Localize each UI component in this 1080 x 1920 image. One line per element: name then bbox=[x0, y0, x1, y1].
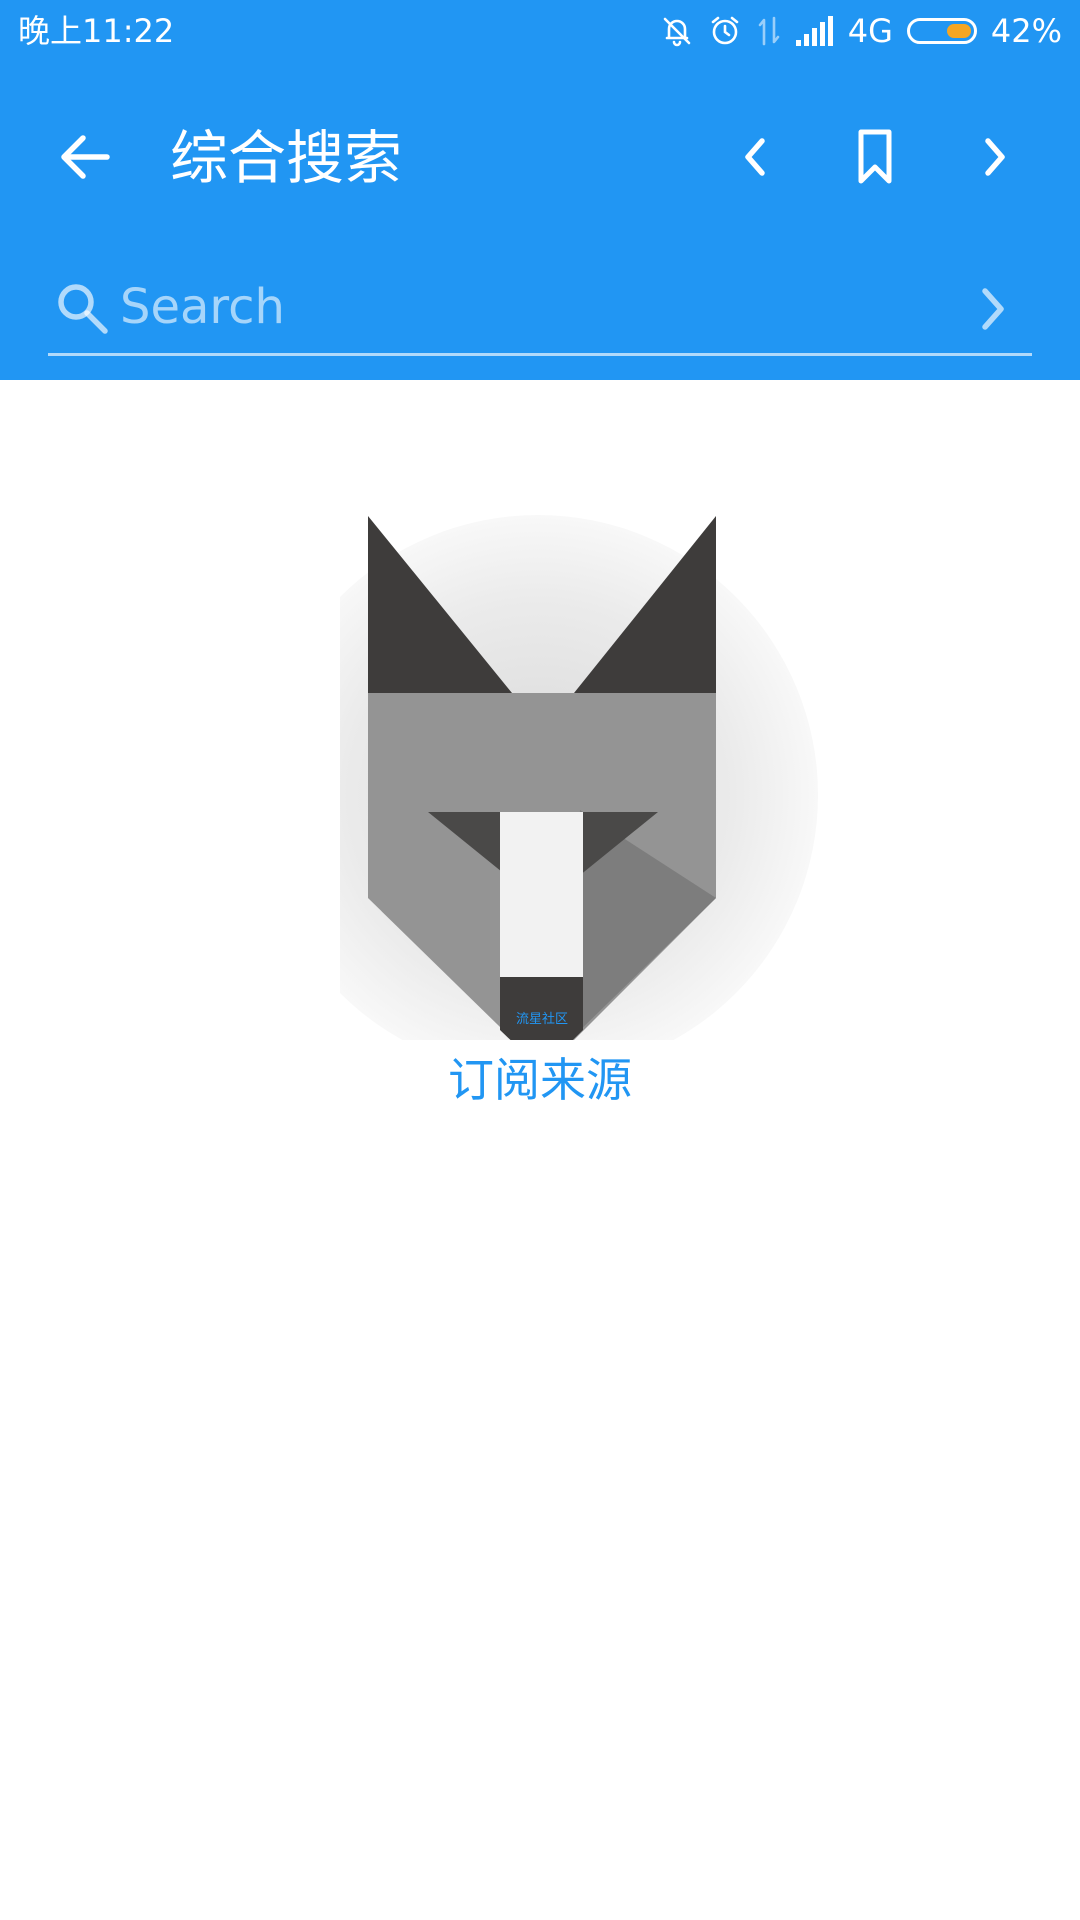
data-arrows-icon bbox=[756, 14, 782, 48]
search-bar bbox=[48, 262, 1032, 356]
status-time: 晚上11:22 bbox=[18, 12, 175, 50]
fox-logo-image: 流星社区 bbox=[258, 515, 818, 1075]
status-icons: 4G 42% bbox=[660, 8, 1062, 54]
page-title: 综合搜索 bbox=[170, 124, 403, 192]
source-logo: 流星社区 bbox=[258, 440, 840, 1075]
alarm-icon bbox=[708, 14, 742, 48]
battery-icon bbox=[906, 18, 977, 44]
chevron-right-icon bbox=[982, 288, 1004, 330]
next-button[interactable] bbox=[960, 122, 1030, 192]
search-icon bbox=[54, 280, 112, 338]
previous-button[interactable] bbox=[720, 122, 790, 192]
logo-caption: 流星社区 bbox=[516, 1011, 568, 1027]
network-type: 4G bbox=[847, 12, 893, 50]
signal-icon bbox=[795, 16, 834, 46]
battery-fill bbox=[946, 24, 971, 38]
subscribe-source-link[interactable]: 订阅来源 bbox=[0, 1048, 1080, 1112]
app-header: 晚上11:22 4G 42% 综合搜索 Search bbox=[0, 0, 1080, 380]
battery-percent: 42% bbox=[990, 12, 1062, 50]
bell-off-icon bbox=[660, 14, 694, 48]
arrow-back-icon bbox=[61, 135, 110, 179]
back-button[interactable] bbox=[50, 122, 120, 192]
bookmark-icon bbox=[858, 129, 892, 184]
toolbar: 综合搜索 bbox=[0, 100, 1080, 210]
chevron-right-icon bbox=[985, 138, 1005, 176]
search-input[interactable] bbox=[118, 274, 918, 340]
chevron-left-icon bbox=[745, 138, 765, 176]
bookmark-button[interactable] bbox=[840, 122, 910, 192]
status-bar: 晚上11:22 4G 42% bbox=[0, 0, 1080, 62]
main-content: 流星社区 订阅来源 bbox=[0, 380, 1080, 1920]
search-submit-button[interactable] bbox=[964, 280, 1022, 338]
